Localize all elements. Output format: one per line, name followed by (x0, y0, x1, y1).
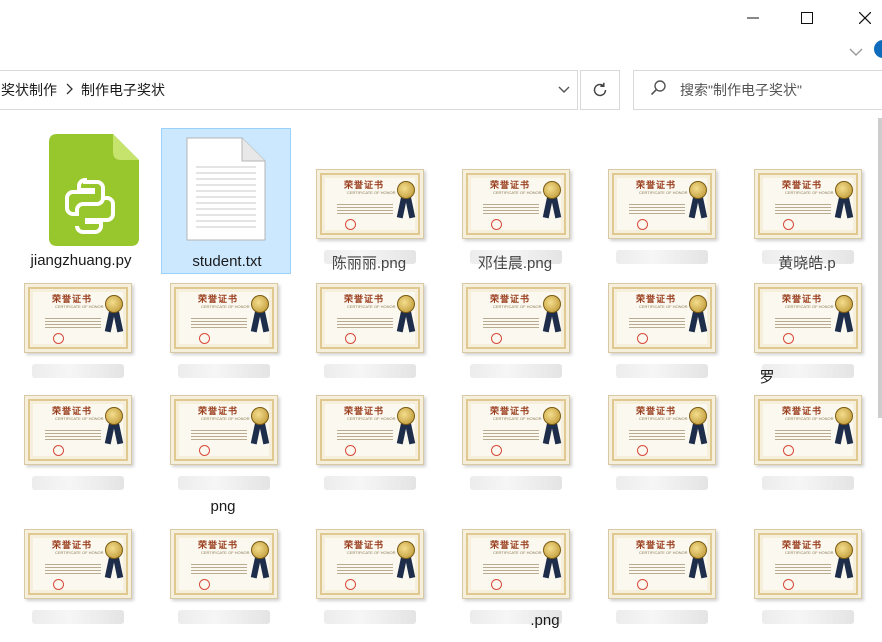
help-button[interactable] (874, 40, 882, 58)
minimize-button[interactable] (730, 4, 776, 32)
expand-ribbon-button[interactable] (849, 44, 863, 62)
redacted-name (616, 610, 708, 624)
medal-icon (251, 295, 269, 313)
certificate-thumbnail: 荣誉证书 CERTIFICATE OF HONOR (170, 283, 278, 353)
medal-icon (835, 295, 853, 313)
certificate-thumbnail: 荣誉证书 CERTIFICATE OF HONOR (316, 395, 424, 465)
maximize-button[interactable] (784, 4, 830, 32)
medal-icon (689, 407, 707, 425)
file-item-certificate[interactable]: 荣誉证书 CERTIFICATE OF HONOR (304, 354, 434, 500)
certificate-thumbnail: 荣誉证书 CERTIFICATE OF HONOR (462, 395, 570, 465)
certificate-thumbnail: 荣誉证书 CERTIFICATE OF HONOR (170, 529, 278, 599)
medal-icon (397, 407, 415, 425)
address-bar[interactable]: 奖状制作 制作电子奖状 (0, 70, 578, 110)
medal-icon (835, 541, 853, 559)
maximize-icon (801, 12, 813, 24)
medal-icon (543, 181, 561, 199)
medal-icon (105, 541, 123, 559)
vertical-scrollbar[interactable] (878, 118, 882, 418)
certificate-thumbnail: 荣誉证书 CERTIFICATE OF HONOR (462, 283, 570, 353)
certificate-thumbnail: 荣誉证书 CERTIFICATE OF HONOR (608, 395, 716, 465)
certificate-thumbnail: 荣誉证书 CERTIFICATE OF HONOR (24, 395, 132, 465)
python-file-icon (49, 134, 139, 246)
medal-icon (251, 407, 269, 425)
text-file-icon (186, 137, 266, 241)
certificate-thumbnail: 荣誉证书 CERTIFICATE OF HONOR (754, 169, 862, 239)
certificate-thumbnail: 荣誉证书 CERTIFICATE OF HONOR (24, 529, 132, 599)
redacted-name (762, 610, 854, 624)
certificate-thumbnail: 荣誉证书 CERTIFICATE OF HONOR (608, 283, 716, 353)
medal-icon (397, 295, 415, 313)
certificate-thumbnail: 荣誉证书 CERTIFICATE OF HONOR (754, 529, 862, 599)
redacted-name (178, 610, 270, 624)
file-item-certificate[interactable]: 荣誉证书 CERTIFICATE OF HONOR .png (450, 488, 580, 634)
file-item-certificate[interactable]: 荣誉证书 CERTIFICATE OF HONOR (12, 354, 142, 500)
breadcrumb-current[interactable]: 制作电子奖状 (75, 80, 171, 100)
certificate-thumbnail: 荣誉证书 CERTIFICATE OF HONOR (316, 283, 424, 353)
certificate-thumbnail: 荣誉证书 CERTIFICATE OF HONOR (170, 395, 278, 465)
medal-icon (543, 295, 561, 313)
certificate-thumbnail: 荣誉证书 CERTIFICATE OF HONOR (24, 283, 132, 353)
chevron-down-icon (558, 86, 570, 93)
medal-icon (835, 181, 853, 199)
file-item-certificate[interactable]: 荣誉证书 CERTIFICATE OF HONOR (742, 354, 872, 500)
certificate-thumbnail: 荣誉证书 CERTIFICATE OF HONOR (754, 395, 862, 465)
close-icon (859, 12, 871, 24)
chevron-down-icon (849, 48, 863, 56)
file-item-certificate[interactable]: 荣誉证书 CERTIFICATE OF HONOR (450, 354, 580, 500)
medal-icon (105, 407, 123, 425)
certificate-thumbnail: 荣誉证书 CERTIFICATE OF HONOR (462, 529, 570, 599)
certificate-thumbnail: 荣誉证书 CERTIFICATE OF HONOR (316, 529, 424, 599)
file-item-certificate[interactable]: 荣誉证书 CERTIFICATE OF HONOR (742, 488, 872, 634)
refresh-icon (593, 82, 607, 97)
medal-icon (251, 541, 269, 559)
minimize-icon (747, 17, 759, 19)
medal-icon (543, 407, 561, 425)
address-history-button[interactable] (557, 81, 571, 102)
search-box[interactable] (633, 70, 882, 110)
refresh-button[interactable] (580, 70, 620, 110)
file-item-certificate[interactable]: 荣誉证书 CERTIFICATE OF HONOR (596, 488, 726, 634)
medal-icon (105, 295, 123, 313)
medal-icon (689, 181, 707, 199)
redacted-name (32, 610, 124, 624)
file-item-certificate[interactable]: 荣誉证书 CERTIFICATE OF HONOR png (158, 354, 288, 515)
medal-icon (689, 541, 707, 559)
breadcrumb-parent[interactable]: 奖状制作 (0, 80, 63, 100)
certificate-thumbnail: 荣誉证书 CERTIFICATE OF HONOR (754, 283, 862, 353)
certificate-thumbnail: 荣誉证书 CERTIFICATE OF HONOR (608, 169, 716, 239)
medal-icon (835, 407, 853, 425)
certificate-thumbnail: 荣誉证书 CERTIFICATE OF HONOR (316, 169, 424, 239)
file-item-certificate[interactable]: 荣誉证书 CERTIFICATE OF HONOR (158, 488, 288, 634)
redacted-name (324, 610, 416, 624)
medal-icon (543, 541, 561, 559)
search-icon (650, 79, 668, 102)
search-input[interactable] (678, 81, 882, 99)
medal-icon (397, 541, 415, 559)
file-item-certificate[interactable]: 荣誉证书 CERTIFICATE OF HONOR (304, 488, 434, 634)
chevron-right-icon[interactable] (63, 83, 75, 98)
certificate-thumbnail: 荣誉证书 CERTIFICATE OF HONOR (608, 529, 716, 599)
medal-icon (397, 181, 415, 199)
file-item-certificate[interactable]: 荣誉证书 CERTIFICATE OF HONOR (12, 488, 142, 634)
certificate-thumbnail: 荣誉证书 CERTIFICATE OF HONOR (462, 169, 570, 239)
file-item-certificate[interactable]: 荣誉证书 CERTIFICATE OF HONOR (596, 354, 726, 500)
close-button[interactable] (842, 4, 882, 32)
file-name: .png (530, 612, 560, 629)
medal-icon (689, 295, 707, 313)
